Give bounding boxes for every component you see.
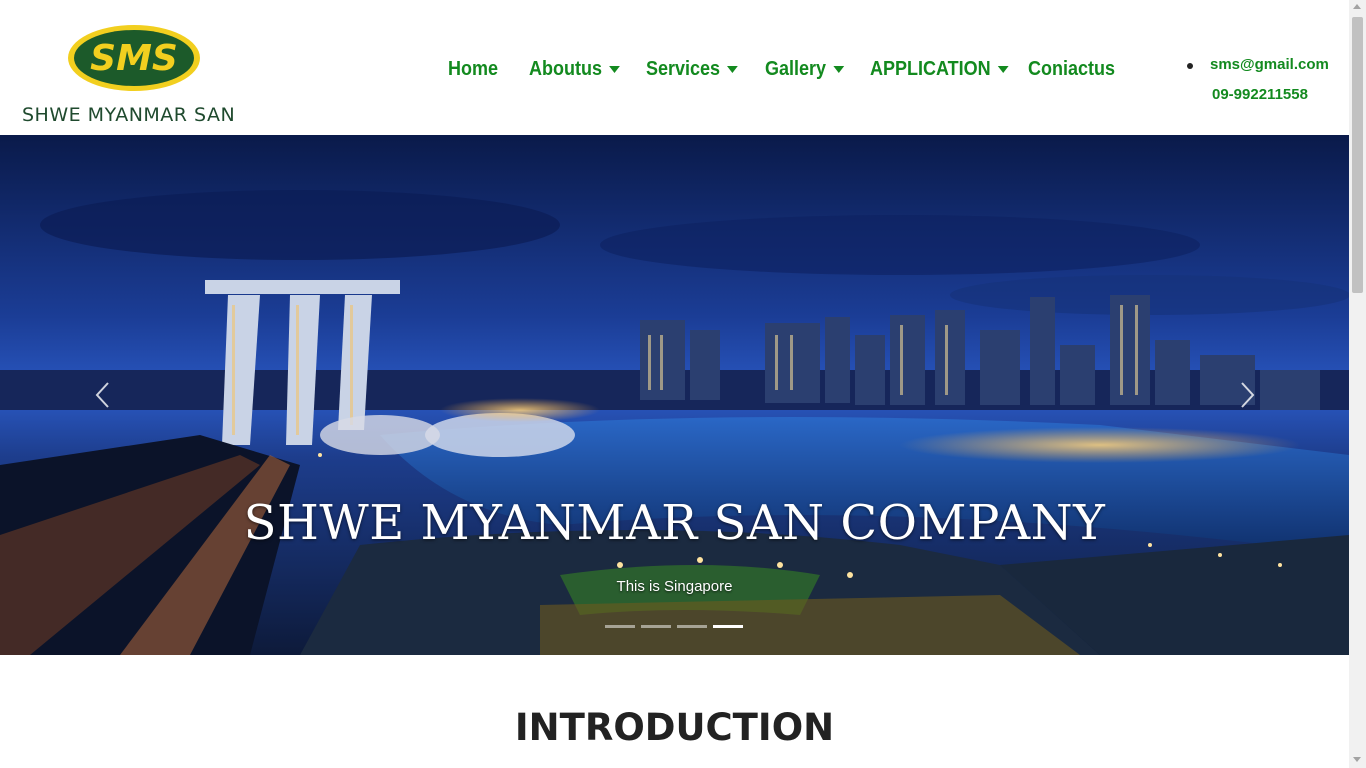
- chevron-right-icon: [1241, 382, 1255, 408]
- scroll-down-icon[interactable]: [1353, 757, 1361, 762]
- carousel-indicators: [605, 625, 743, 629]
- carousel-caption-subtitle: This is Singapore: [616, 578, 733, 595]
- main-nav: Home Aboutus Services Gallery APPLICATIO…: [448, 54, 1125, 84]
- contact-email-link[interactable]: sms@gmail.com: [1210, 56, 1329, 73]
- nav-application-label: APPLICATION: [869, 57, 991, 80]
- chevron-down-icon: [997, 65, 1009, 73]
- chevron-down-icon: [833, 65, 845, 73]
- carousel-caption-title: SHWE MYANMAR SAN COMPANY: [243, 495, 1106, 551]
- contact-phone: 09-992211558: [1212, 86, 1308, 103]
- brand-name: SHWE MYANMAR SAN: [22, 104, 236, 126]
- nav-contactus-label: Coniactus: [1027, 57, 1115, 80]
- carousel-prev-button[interactable]: [88, 375, 118, 415]
- site-header: SMS SHWE MYANMAR SAN Home Aboutus Servic…: [0, 0, 1349, 135]
- hero-carousel: SHWE MYANMAR SAN COMPANY This is Singapo…: [0, 135, 1349, 655]
- nav-gallery-label: Gallery: [764, 57, 827, 80]
- chevron-down-icon: [608, 65, 620, 73]
- nav-home[interactable]: Home: [448, 58, 498, 81]
- scrollbar-thumb[interactable]: [1352, 17, 1363, 293]
- nav-aboutus[interactable]: Aboutus: [529, 58, 620, 81]
- svg-text:SMS: SMS: [90, 38, 178, 79]
- scroll-up-icon[interactable]: [1353, 4, 1361, 9]
- sms-logo-badge: SMS: [68, 25, 200, 91]
- singapore-skyline-image: [0, 135, 1349, 655]
- nav-contactus[interactable]: Coniactus: [1028, 58, 1115, 81]
- chevron-left-icon: [95, 382, 109, 408]
- page-scrollbar[interactable]: [1349, 0, 1366, 768]
- nav-services[interactable]: Services: [646, 58, 738, 81]
- nav-aboutus-label: Aboutus: [528, 57, 602, 80]
- nav-application[interactable]: APPLICATION: [870, 58, 1009, 81]
- section-title-introduction: INTRODUCTION: [514, 706, 835, 749]
- brand-logo[interactable]: SMS SHWE MYANMAR SAN: [22, 22, 248, 130]
- bullet-icon: [1187, 63, 1193, 69]
- carousel-next-button[interactable]: [1232, 375, 1262, 415]
- chevron-down-icon: [726, 65, 738, 73]
- carousel-indicator[interactable]: [605, 625, 635, 628]
- nav-home-label: Home: [448, 57, 499, 80]
- carousel-indicator[interactable]: [713, 625, 743, 628]
- nav-gallery[interactable]: Gallery: [764, 57, 845, 81]
- page: SMS SHWE MYANMAR SAN Home Aboutus Servic…: [0, 0, 1349, 768]
- carousel-indicator[interactable]: [677, 625, 707, 628]
- carousel-indicator[interactable]: [641, 625, 671, 628]
- nav-services-label: Services: [645, 57, 720, 80]
